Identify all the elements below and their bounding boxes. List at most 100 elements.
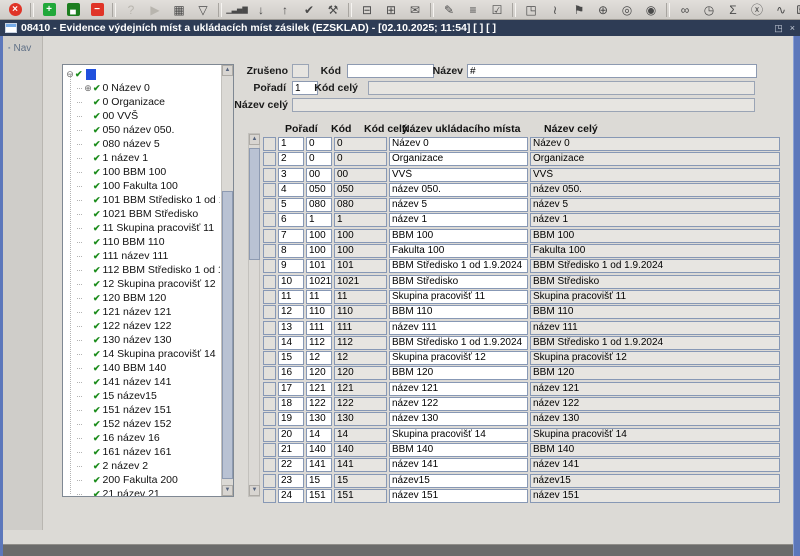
cell-kod[interactable]: 101 <box>306 259 332 273</box>
cell-poradi[interactable]: 9 <box>278 259 304 273</box>
verify-icon[interactable]: ✔ <box>298 2 320 18</box>
cell-nazev[interactable]: název 050. <box>389 183 528 197</box>
cell-kod[interactable]: 1021 <box>306 275 332 289</box>
row-selector-cell[interactable] <box>263 397 276 411</box>
tree-item[interactable]: ✔ 1021 BBM Středisko <box>77 207 220 221</box>
cell-kod[interactable]: 1 <box>306 213 332 227</box>
row-selector-cell[interactable] <box>263 213 276 227</box>
cell-poradi[interactable]: 18 <box>278 397 304 411</box>
tree-item[interactable]: ✔ 120 BBM 120 <box>77 291 220 305</box>
cell-nazev[interactable]: BBM 100 <box>389 229 528 243</box>
tree-item[interactable]: ✔ 200 Fakulta 200 <box>77 473 220 487</box>
tree-scrollbar-thumb[interactable] <box>222 191 233 479</box>
save-icon[interactable]: ▄ <box>62 2 84 18</box>
tree-scrollbar[interactable]: ▲ ▼ <box>221 65 233 496</box>
cell-nazev[interactable]: BBM 140 <box>389 443 528 457</box>
cell-nazev[interactable]: název15 <box>389 474 528 488</box>
cell-kod[interactable]: 120 <box>306 366 332 380</box>
glasses-icon[interactable]: ∞ <box>674 2 696 18</box>
row-selector-cell[interactable] <box>263 305 276 319</box>
edit-icon[interactable]: ✎ <box>438 2 460 18</box>
statistics-icon[interactable]: ▁▃▅▇ <box>226 2 248 18</box>
tree-item[interactable]: ✔ 110 BBM 110 <box>77 235 220 249</box>
cell-nazev[interactable]: název 121 <box>389 382 528 396</box>
tree-item[interactable]: ✔ 12 Skupina pracovišť 12 <box>77 277 220 291</box>
cell-nazev[interactable]: VVŠ <box>389 168 528 182</box>
tree-item[interactable]: ✔ 0 Organizace <box>77 95 220 109</box>
cell-kod[interactable]: 141 <box>306 458 332 472</box>
tree-item[interactable]: ✔ 100 BBM 100 <box>77 165 220 179</box>
cell-nazev[interactable]: BBM 110 <box>389 305 528 319</box>
print-icon[interactable]: ⊟ <box>356 2 378 18</box>
nav-tab[interactable]: ▪ Nav <box>8 43 42 54</box>
cell-nazev[interactable]: název 122 <box>389 397 528 411</box>
delete-icon[interactable]: − <box>86 2 108 18</box>
export-chart-icon[interactable]: ∿ <box>770 2 792 18</box>
row-selector-cell[interactable] <box>263 489 276 503</box>
tree-item[interactable]: ✔ 00 VVŠ <box>77 109 220 123</box>
print-preview-icon[interactable]: ⊞ <box>380 2 402 18</box>
tree-item[interactable]: ✔ 130 název 130 <box>77 333 220 347</box>
cell-nazev[interactable]: Skupina pracovišť 12 <box>389 351 528 365</box>
row-selector-cell[interactable] <box>263 290 276 304</box>
cell-poradi[interactable]: 16 <box>278 366 304 380</box>
compass-icon[interactable]: ◎ <box>616 2 638 18</box>
export-data-icon[interactable]: ⓧ <box>746 2 768 18</box>
row-selector-cell[interactable] <box>263 458 276 472</box>
row-selector-cell[interactable] <box>263 474 276 488</box>
tree-root-item[interactable]: ⊖ ✔ <box>65 67 220 81</box>
eye-icon[interactable]: ◉ <box>640 2 662 18</box>
tree-item[interactable]: ✔ 14 Skupina pracovišť 14 <box>77 347 220 361</box>
tree-item[interactable]: ✔ 080 název 5 <box>77 137 220 151</box>
sort-descending-icon[interactable]: ↓ <box>250 2 272 18</box>
cell-poradi[interactable]: 17 <box>278 382 304 396</box>
tree-item[interactable]: ✔ 152 název 152 <box>77 417 220 431</box>
cell-kod[interactable]: 111 <box>306 321 332 335</box>
cell-kod[interactable]: 0 <box>306 137 332 151</box>
attachment-icon[interactable]: ≀ <box>544 2 566 18</box>
row-selector-cell[interactable] <box>263 275 276 289</box>
row-selector-cell[interactable] <box>263 443 276 457</box>
tree-item[interactable]: ✔ 2 název 2 <box>77 459 220 473</box>
list-icon[interactable]: ≡ <box>462 2 484 18</box>
expand-toggle-icon[interactable]: ⊕ <box>83 83 93 93</box>
close-icon[interactable]: × <box>4 2 26 18</box>
cell-kod[interactable]: 14 <box>306 428 332 442</box>
cell-poradi[interactable]: 4 <box>278 183 304 197</box>
cell-poradi[interactable]: 1 <box>278 137 304 151</box>
cell-nazev[interactable]: název 111 <box>389 321 528 335</box>
row-selector-cell[interactable] <box>263 428 276 442</box>
run-icon[interactable]: ▶ <box>144 2 166 18</box>
cell-kod[interactable]: 110 <box>306 305 332 319</box>
add-icon[interactable]: + <box>38 2 60 18</box>
cell-nazev[interactable]: Skupina pracovišť 14 <box>389 428 528 442</box>
cell-nazev[interactable]: BBM Středisko <box>389 275 528 289</box>
cell-kod[interactable]: 11 <box>306 290 332 304</box>
cell-poradi[interactable]: 10 <box>278 275 304 289</box>
calendar-icon[interactable]: ▦ <box>168 2 190 18</box>
tree-item[interactable]: ✔ 11 Skupina pracovišť 11 <box>77 221 220 235</box>
detach-window-icon[interactable]: ◳ <box>520 2 542 18</box>
cell-poradi[interactable]: 8 <box>278 244 304 258</box>
tree-item[interactable]: ✔ 21 název 21 <box>77 487 220 496</box>
mail-icon[interactable]: ✉ <box>404 2 426 18</box>
cell-nazev[interactable]: BBM Středisko 1 od 1.9.2024 <box>389 336 528 350</box>
row-selector-cell[interactable] <box>263 244 276 258</box>
tree-item[interactable]: ✔ 101 BBM Středisko 1 od 1.9.2024 <box>77 193 220 207</box>
row-selector-cell[interactable] <box>263 351 276 365</box>
cell-poradi[interactable]: 2 <box>278 152 304 166</box>
tree-item[interactable]: ✔ 100 Fakulta 100 <box>77 179 220 193</box>
row-selector-cell[interactable] <box>263 198 276 212</box>
cell-kod[interactable]: 00 <box>306 168 332 182</box>
cell-kod[interactable]: 151 <box>306 489 332 503</box>
cell-poradi[interactable]: 23 <box>278 474 304 488</box>
signpost-icon[interactable]: ⚑ <box>568 2 590 18</box>
tree-item[interactable]: ✔ 122 název 122 <box>77 319 220 333</box>
tree-item[interactable]: ✔ 121 název 121 <box>77 305 220 319</box>
cell-kod[interactable]: 122 <box>306 397 332 411</box>
cell-nazev[interactable]: Název 0 <box>389 137 528 151</box>
cell-poradi[interactable]: 19 <box>278 412 304 426</box>
cell-nazev[interactable]: název 1 <box>389 213 528 227</box>
tree-item[interactable]: ✔ 141 název 141 <box>77 375 220 389</box>
table-scrollbar-thumb[interactable] <box>249 148 260 260</box>
